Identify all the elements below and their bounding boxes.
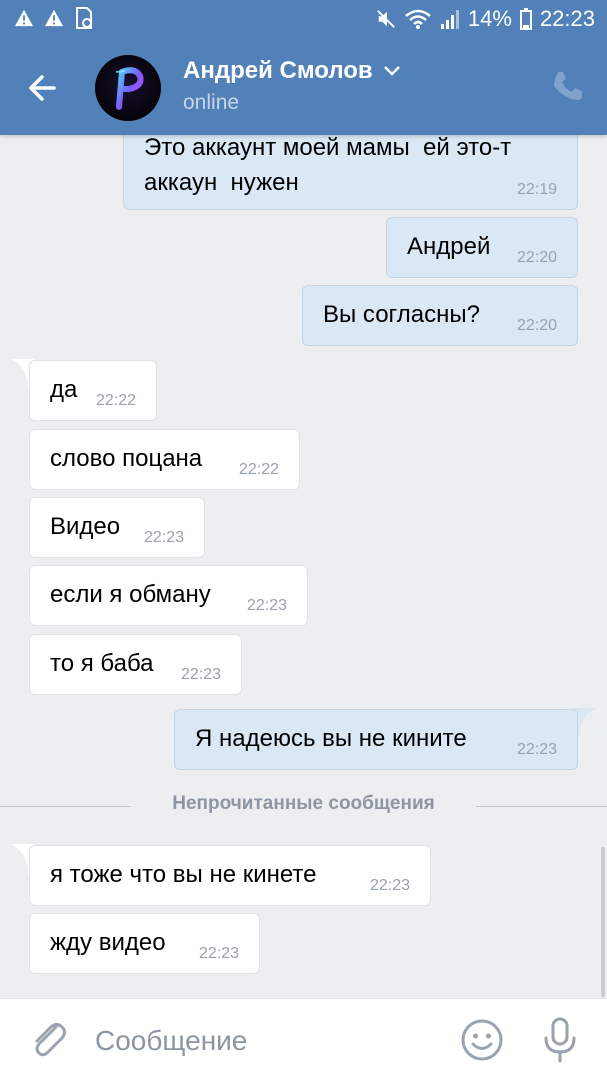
chat-header: Андрей Смолов online: [0, 38, 607, 135]
message-text: Это аккаунт моей мамы ей это-т аккаун ну…: [144, 135, 512, 196]
message-text: слово поцана: [50, 445, 203, 472]
message-text: Я надеюсь вы не кините: [195, 725, 467, 752]
message-time: 22:23: [198, 945, 239, 962]
message-bubble-incoming[interactable]: слово поцана 22:22: [29, 429, 300, 490]
message-time: 22:23: [516, 741, 557, 758]
status-bar: 14% 22:23: [0, 0, 607, 38]
phone-icon[interactable]: [551, 69, 585, 103]
message-bubble-incoming[interactable]: если я обману 22:23: [29, 565, 308, 626]
message-input[interactable]: [95, 1021, 425, 1061]
mute-icon: [377, 10, 395, 28]
message-bubble-outgoing[interactable]: Я надеюсь вы не кините 22:23: [174, 709, 578, 770]
message-time: 22:23: [143, 529, 184, 546]
message-bubble-outgoing[interactable]: Андрей 22:20: [386, 217, 578, 278]
message-text: Андрей: [407, 233, 491, 260]
warning-icon: [14, 9, 34, 27]
wifi-icon: [405, 9, 431, 29]
paperclip-icon[interactable]: [28, 1019, 68, 1061]
avatar[interactable]: [95, 55, 161, 121]
contact-name-text: Андрей Смолов: [183, 57, 373, 84]
warning-icon: [44, 9, 64, 27]
message-time: 22:23: [246, 597, 287, 614]
signal-icon: [440, 10, 459, 29]
message-bubble-incoming[interactable]: то я баба 22:23: [29, 634, 242, 695]
message-text: я тоже что вы не кинете: [50, 861, 317, 888]
back-arrow-icon[interactable]: [20, 66, 72, 110]
message-list[interactable]: Это аккаунт моей мамы ей это-т аккаун ну…: [0, 135, 607, 998]
message-text: Вы согласны?: [323, 301, 480, 328]
message-bubble-incoming[interactable]: да 22:22: [29, 360, 157, 421]
contact-name[interactable]: Андрей Смолов: [183, 57, 401, 85]
message-bubble-outgoing[interactable]: Вы согласны? 22:20: [302, 285, 578, 346]
battery-percent: 14%: [467, 6, 512, 31]
message-composer: [0, 998, 607, 1080]
microphone-icon[interactable]: [541, 1016, 579, 1064]
message-text: жду видео: [50, 929, 166, 956]
storage-icon: [76, 7, 92, 29]
message-time: 22:20: [516, 249, 557, 266]
message-time: 22:22: [238, 461, 279, 478]
divider-line: [476, 806, 607, 807]
message-time: 22:22: [95, 392, 136, 409]
scrollbar[interactable]: [601, 847, 605, 997]
unread-divider: Непрочитанные сообщения: [0, 793, 607, 819]
message-time: 22:20: [516, 317, 557, 334]
message-text: то я баба: [50, 650, 154, 677]
message-text: да: [50, 376, 78, 403]
avatar-logo: [115, 67, 144, 110]
message-time: 22:23: [180, 666, 221, 683]
message-bubble-outgoing[interactable]: Это аккаунт моей мамы ей это-т аккаун ну…: [123, 135, 578, 210]
chevron-down-icon: [383, 66, 400, 76]
message-time: 22:23: [369, 877, 410, 894]
contact-status: online: [183, 91, 240, 114]
emoji-icon[interactable]: [460, 1018, 504, 1062]
battery-icon: [519, 8, 532, 30]
message-text: Видео: [50, 513, 121, 540]
message-bubble-incoming[interactable]: Видео 22:23: [29, 497, 205, 558]
message-text: если я обману: [50, 581, 211, 608]
unread-divider-label: Непрочитанные сообщения: [172, 793, 435, 814]
message-bubble-incoming[interactable]: жду видео 22:23: [29, 913, 260, 974]
message-time: 22:19: [516, 181, 557, 198]
message-bubble-incoming[interactable]: я тоже что вы не кинете 22:23: [29, 845, 431, 906]
status-time: 22:23: [539, 6, 595, 31]
